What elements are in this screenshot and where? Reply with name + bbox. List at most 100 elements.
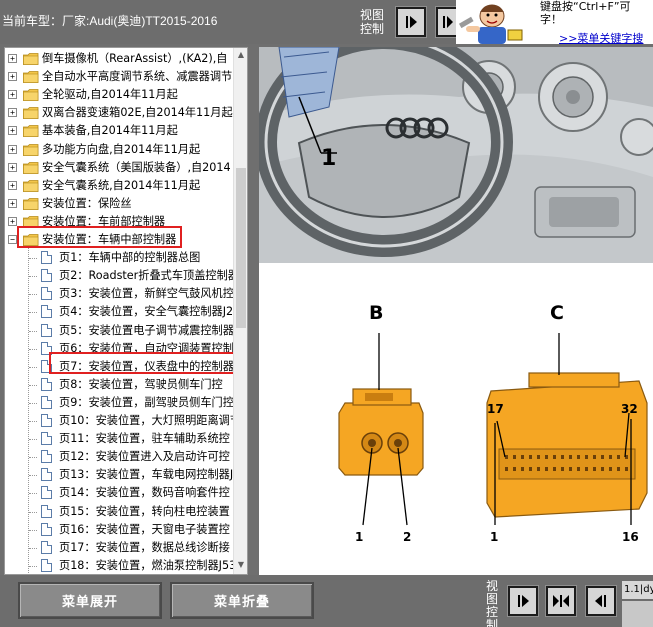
tree-page-item[interactable]: 页3：安装位置，新鲜空气鼓风机控	[5, 285, 235, 303]
show-next-button[interactable]	[507, 585, 539, 617]
folder-icon	[22, 53, 39, 65]
tree-page-label: 页17：安装位置，数据总线诊断接	[59, 540, 230, 554]
tree-branch-line	[29, 565, 37, 567]
show-previous-button[interactable]	[585, 585, 617, 617]
tree-page-item[interactable]: 页10：安装位置，大灯照明距离调节	[5, 412, 235, 430]
expand-icon[interactable]: +	[8, 198, 17, 208]
tree-folder-item[interactable]: + 全自动水平高度调节系统、减震器调节	[5, 68, 235, 86]
tree-branch-line	[29, 348, 37, 350]
tree-folder-item[interactable]: + 全轮驱动,自2014年11月起	[5, 86, 235, 104]
tree-page-item[interactable]: 页11：安装位置，驻车辅助系统控	[5, 430, 235, 448]
tree-branch-line	[29, 312, 37, 314]
tip-text: 键盘按“Ctrl+F”可 字！	[540, 0, 631, 26]
tree-branch-line	[29, 529, 37, 531]
expand-menu-button[interactable]: 菜单展开	[18, 582, 162, 619]
tree-folder-item[interactable]: + 基本装备,自2014年11月起	[5, 122, 235, 140]
tree-page-label: 页11：安装位置，驻车辅助系统控	[59, 432, 230, 446]
scroll-down-icon[interactable]: ▼	[235, 560, 247, 572]
photo-callout-1: 1	[321, 146, 336, 171]
tree-item-label: 倒车摄像机（RearAssist）,(KA2),自	[42, 52, 228, 65]
expand-icon[interactable]: +	[8, 144, 17, 154]
document-icon	[41, 305, 52, 319]
dashboard-photo: 1	[259, 47, 653, 263]
document-icon	[41, 251, 52, 265]
tree-page-label: 页8：安装位置，驾驶员侧车门控	[59, 377, 223, 391]
document-icon	[41, 468, 52, 482]
document-icon	[41, 486, 52, 500]
connector-c-pin-16: 16	[622, 530, 639, 544]
scroll-up-icon[interactable]: ▲	[235, 50, 247, 62]
tree-folder-item[interactable]: + 多功能方向盘,自2014年11月起	[5, 141, 235, 159]
collapse-icon[interactable]: −	[8, 235, 17, 244]
collapse-menu-button[interactable]: 菜单折叠	[170, 582, 314, 619]
tree-page-item[interactable]: 页8：安装位置，驾驶员侧车门控	[5, 376, 235, 394]
expand-icon[interactable]: +	[8, 54, 17, 63]
expand-icon[interactable]: +	[8, 72, 17, 82]
expand-icon[interactable]: +	[8, 180, 17, 190]
tree-page-label: 页16：安装位置，天窗电子装置控	[59, 522, 230, 536]
document-icon	[41, 558, 52, 572]
tree-page-item[interactable]: 页16：安装位置，天窗电子装置控	[5, 521, 235, 539]
tree-page-label: 页13：安装位置，车载电网控制器J5	[59, 468, 235, 482]
arrow-right-icon	[443, 16, 453, 28]
tree-branch-line	[29, 421, 37, 422]
tree-page-item[interactable]: 页2：Roadster折叠式车顶盖控制器	[5, 267, 235, 285]
connector-c-pin-32: 32	[621, 402, 638, 416]
tree-page-item[interactable]: 页4：安装位置，安全气囊控制器J2	[5, 303, 235, 321]
split-arrows-icon	[553, 595, 569, 607]
bottom-bar: 菜单展开 菜单折叠 视图控制 1.1|dy	[0, 575, 653, 627]
expand-icon[interactable]: +	[8, 126, 17, 136]
tree-item-label: 全自动水平高度调节系统、减震器调节	[42, 70, 233, 84]
tree-page-item[interactable]: 页14：安装位置，数码音响套件控	[5, 484, 235, 502]
folder-icon	[22, 197, 39, 210]
tree-page-item[interactable]: 页1：车辆中部的控制器总图	[5, 249, 235, 267]
tree-branch-line	[29, 276, 37, 278]
tree-page-item[interactable]: 页18：安装位置，燃油泵控制器J53	[5, 557, 235, 574]
expand-icon[interactable]: +	[8, 162, 17, 172]
connector-b-label: B	[369, 302, 383, 324]
tree-page-item[interactable]: 页9：安装位置，副驾驶员侧车门控	[5, 394, 235, 412]
tree-page-item[interactable]: 页12：安装位置进入及启动许可控	[5, 448, 235, 466]
menu-tree[interactable]: + 倒车摄像机（RearAssist）,(KA2),自 + 全自动水平高度调节系统、减…	[4, 47, 248, 575]
arrow-right-icon	[406, 16, 417, 28]
split-both-button[interactable]	[545, 585, 577, 617]
tree-scrollbar[interactable]: ▲ ▼	[233, 48, 247, 574]
connector-b-pin-2: 2	[403, 530, 411, 544]
tree-page-item[interactable]: 页15：安装位置，转向柱电控装置	[5, 503, 235, 521]
tree-page-item[interactable]: 页13：安装位置，车载电网控制器J5	[5, 466, 235, 484]
tree-page-label: 页1：车辆中部的控制器总图	[59, 251, 201, 265]
tree-branch-line	[29, 384, 37, 386]
folder-icon	[22, 179, 39, 192]
tree-folder-item[interactable]: + 倒车摄像机（RearAssist）,(KA2),自	[5, 50, 235, 68]
search-tip-box: 键盘按“Ctrl+F”可 字！ >>菜单关键字搜	[456, 0, 653, 46]
keyword-search-link[interactable]: >>菜单关键字搜	[559, 30, 643, 46]
tree-folder-item[interactable]: + 安全气囊系统（美国版装备）,自2014	[5, 159, 235, 177]
app-window: 当前车型：厂家:Audi(奥迪)TT2015-2016 视图控制 键盘按“Ctr…	[0, 0, 653, 627]
tree-page-label: 页18：安装位置，燃油泵控制器J53	[59, 558, 235, 572]
document-icon	[41, 377, 52, 391]
tree-branch-line	[29, 258, 37, 260]
highlight-frame-page	[49, 352, 237, 374]
tree-folder-item[interactable]: + 双离合器变速箱02E,自2014年11月起	[5, 104, 235, 122]
tree-page-item[interactable]: 页17：安装位置，数据总线诊断接	[5, 539, 235, 557]
tree-item-label: 安装位置：保险丝	[42, 196, 132, 210]
expand-icon[interactable]: +	[8, 216, 17, 226]
folder-icon	[22, 125, 39, 138]
document-icon	[41, 540, 52, 554]
expand-icon[interactable]: +	[8, 90, 17, 100]
split-view-button[interactable]	[435, 6, 457, 38]
expand-icon[interactable]: +	[8, 108, 17, 118]
arrow-right-icon	[518, 595, 529, 607]
tree-folder-item[interactable]: + 安全气囊系统,自2014年11月起	[5, 177, 235, 195]
tree-folder-item[interactable]: + 安装位置：保险丝	[5, 195, 235, 213]
tree-page-label: 页3：安装位置，新鲜空气鼓风机控	[59, 287, 234, 301]
top-bar: 当前车型：厂家:Audi(奥迪)TT2015-2016 视图控制 键盘按“Ctr…	[0, 0, 653, 46]
tree-page-label: 页4：安装位置，安全气囊控制器J2	[59, 305, 234, 319]
scroll-thumb[interactable]	[236, 168, 246, 328]
tree-branch-line	[29, 457, 37, 459]
tree-page-item[interactable]: 页5：安装位置电子调节减震控制器	[5, 322, 235, 340]
tree-branch-line	[29, 366, 37, 368]
tree-branch-line	[29, 439, 37, 441]
next-page-button[interactable]	[395, 6, 427, 38]
tree-branch-line	[29, 330, 37, 332]
